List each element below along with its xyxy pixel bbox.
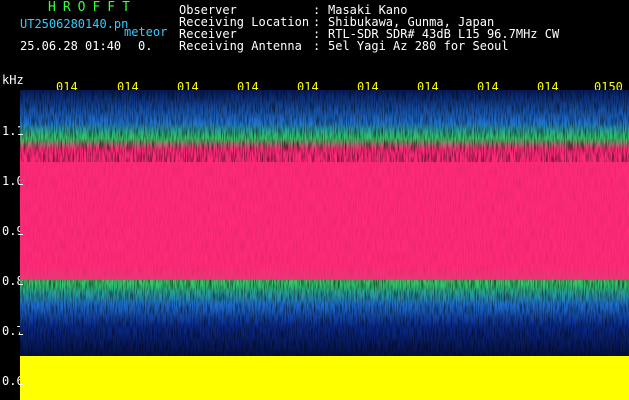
spectrogram-plot <box>20 90 629 400</box>
file-name: UT2506280140.pn <box>20 17 129 31</box>
y-tick-mark <box>19 284 23 285</box>
meteor-label: meteor <box>124 25 168 39</box>
antenna-label: Receiving Antenna <box>179 39 302 53</box>
y-tick-mark <box>19 334 23 335</box>
spectrogram-signal-core <box>20 162 629 280</box>
y-tick-mark <box>19 184 23 185</box>
separator: : <box>313 39 321 53</box>
spectrogram-floor <box>20 356 629 400</box>
date-time: 25.06.28 01:40 <box>20 39 122 53</box>
meteor-count: 0. <box>138 39 153 53</box>
app-title: HROFFT <box>48 0 137 15</box>
antenna-value: 5el Yagi Az 280 for Seoul <box>328 39 509 53</box>
y-tick-mark <box>19 234 23 235</box>
y-tick-mark <box>19 134 23 135</box>
y-tick-mark <box>19 384 23 385</box>
y-unit-label: kHz <box>2 73 24 87</box>
